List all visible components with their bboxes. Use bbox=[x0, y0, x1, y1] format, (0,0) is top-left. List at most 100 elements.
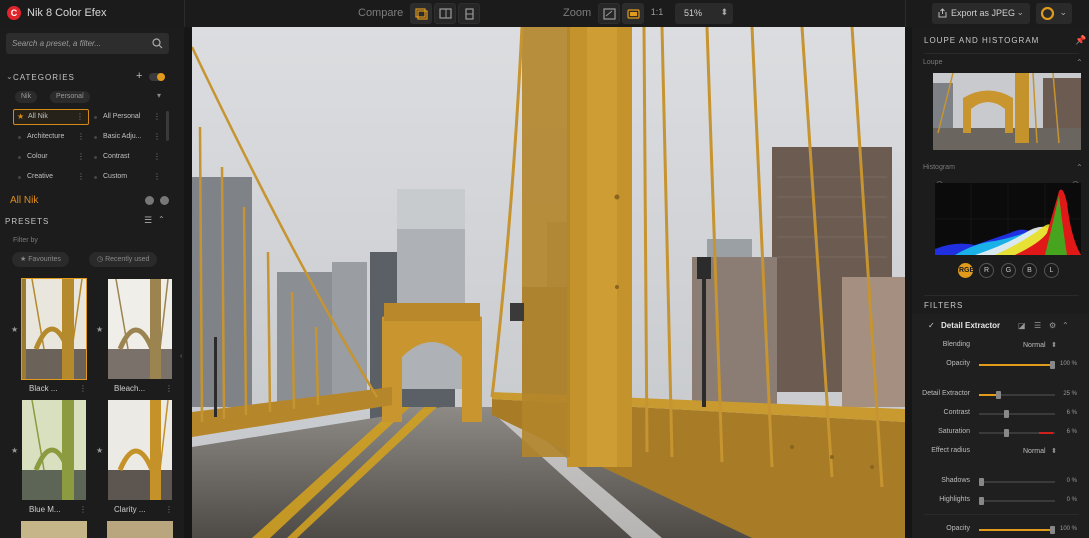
more-vertical-icon[interactable]: ⋮ bbox=[79, 384, 87, 393]
tag-nik[interactable]: Nik bbox=[15, 91, 38, 103]
slider-handle[interactable] bbox=[979, 497, 984, 505]
mask-icon[interactable]: ◪ bbox=[1018, 321, 1026, 330]
blending-select[interactable]: Normal ⬍ bbox=[1019, 340, 1057, 351]
slider-fill bbox=[979, 364, 1055, 366]
more-vertical-icon[interactable]: ⋮ bbox=[153, 129, 161, 145]
chevron-up-icon[interactable]: ⌃ bbox=[158, 215, 165, 224]
category-label: All Nik bbox=[28, 113, 48, 120]
star-icon[interactable]: ★ bbox=[96, 446, 103, 455]
more-vertical-icon[interactable]: ⋮ bbox=[76, 110, 84, 124]
filter-recently-used[interactable]: ◷ Recently used bbox=[89, 252, 158, 267]
select-value: Normal bbox=[1023, 342, 1046, 349]
checkmark-icon[interactable]: ✓ bbox=[928, 321, 935, 330]
preset-thumb-partial[interactable] bbox=[21, 521, 87, 538]
star-icon[interactable]: ★ bbox=[96, 325, 103, 334]
category-basic-adjustments[interactable]: Basic Adju... ⋮ bbox=[89, 129, 165, 145]
compare-split-button[interactable] bbox=[434, 3, 456, 24]
bridge-thumbnail-image bbox=[22, 400, 86, 500]
list-view-icon[interactable]: ☰ bbox=[144, 215, 152, 226]
categories-collapse-icon[interactable]: ⌄ bbox=[6, 72, 13, 81]
category-label: All Personal bbox=[103, 113, 141, 120]
filter-label: Favourites bbox=[28, 256, 61, 263]
toggle-knob bbox=[157, 73, 165, 81]
more-vertical-icon[interactable]: ⋮ bbox=[77, 169, 85, 185]
categories-toggle[interactable] bbox=[149, 73, 165, 81]
highlights-slider[interactable] bbox=[979, 497, 1055, 505]
presets-menu-button[interactable]: ⌄ bbox=[1036, 3, 1072, 24]
slider-handle[interactable] bbox=[1004, 410, 1010, 418]
export-icon bbox=[938, 8, 947, 18]
color-orb-icon bbox=[1041, 7, 1054, 20]
search-icon[interactable] bbox=[152, 38, 163, 49]
param-value: 25 % bbox=[1063, 391, 1077, 397]
channel-b-button[interactable]: B bbox=[1022, 263, 1037, 278]
collapse-left-panel-icon[interactable]: ‹ bbox=[180, 353, 182, 360]
split-vertical-icon bbox=[439, 8, 452, 19]
category-contrast[interactable]: Contrast ⋮ bbox=[89, 149, 165, 165]
category-architecture[interactable]: Architecture ⋮ bbox=[13, 129, 89, 145]
export-button[interactable]: Export as JPEG ⌄ bbox=[932, 3, 1030, 24]
zoom-1to1-button[interactable]: 1:1 bbox=[646, 3, 668, 24]
preset-thumb[interactable] bbox=[107, 399, 173, 501]
category-all-nik[interactable]: ★ All Nik ⋮ bbox=[13, 109, 89, 125]
preset-label: Black ... bbox=[29, 384, 58, 393]
channel-g-button[interactable]: G bbox=[1001, 263, 1016, 278]
more-vertical-icon[interactable]: ⋮ bbox=[153, 149, 161, 165]
tags-more-icon[interactable]: ▾ bbox=[157, 91, 161, 100]
more-vertical-icon[interactable]: ⋮ bbox=[153, 169, 161, 185]
chevron-up-icon[interactable]: ⌃ bbox=[1062, 321, 1069, 330]
more-vertical-icon[interactable]: ⋮ bbox=[165, 384, 173, 393]
param-label: Opacity bbox=[946, 360, 970, 367]
more-vertical-icon[interactable]: ⋮ bbox=[165, 505, 173, 514]
chevron-up-icon[interactable]: ⌃ bbox=[1076, 163, 1083, 172]
star-icon[interactable]: ★ bbox=[11, 325, 18, 334]
collection-title: All Nik bbox=[10, 195, 39, 206]
fill-screen-icon bbox=[627, 9, 640, 19]
zoom-fit-button[interactable] bbox=[598, 3, 620, 24]
preset-thumb[interactable] bbox=[107, 278, 173, 380]
category-colour[interactable]: Colour ⋮ bbox=[13, 149, 89, 165]
star-icon[interactable]: ★ bbox=[11, 446, 18, 455]
left-panel: ⌄ CATEGORIES + Nik Personal ▾ ★ All Nik … bbox=[0, 27, 184, 538]
category-custom[interactable]: Custom ⋮ bbox=[89, 169, 165, 185]
zoom-fill-button[interactable] bbox=[622, 3, 644, 24]
saturation-slider[interactable] bbox=[979, 429, 1055, 437]
pin-icon[interactable]: 📌 bbox=[1075, 35, 1086, 46]
compare-original-button[interactable] bbox=[410, 3, 432, 24]
opacity-slider[interactable] bbox=[979, 361, 1055, 369]
category-all-personal[interactable]: All Personal ⋮ bbox=[89, 109, 165, 125]
compare-side-by-side-button[interactable] bbox=[458, 3, 480, 24]
global-opacity-slider[interactable] bbox=[979, 526, 1055, 534]
slider-handle[interactable] bbox=[1004, 429, 1010, 437]
settings-icon[interactable]: ⚙ bbox=[1049, 321, 1056, 330]
channel-l-button[interactable]: L bbox=[1044, 263, 1059, 278]
contrast-slider[interactable] bbox=[979, 410, 1055, 418]
search-input[interactable] bbox=[12, 37, 152, 50]
slider-handle[interactable] bbox=[979, 478, 984, 486]
zoom-level-select[interactable]: 51% ⬍ bbox=[675, 3, 733, 24]
tag-personal[interactable]: Personal bbox=[50, 91, 90, 103]
channel-rgb-button[interactable]: RGB bbox=[958, 263, 975, 278]
channel-r-button[interactable]: R bbox=[979, 263, 994, 278]
effect-radius-select[interactable]: Normal ⬍ bbox=[1019, 446, 1057, 457]
filter-favourites[interactable]: ★ Favourites bbox=[12, 252, 69, 267]
slider-handle[interactable] bbox=[996, 391, 1001, 399]
more-vertical-icon[interactable]: ⋮ bbox=[77, 149, 85, 165]
chevron-up-icon[interactable]: ⌃ bbox=[1076, 58, 1083, 67]
preset-thumb-partial[interactable] bbox=[107, 521, 173, 538]
more-vertical-icon[interactable]: ⋮ bbox=[77, 129, 85, 145]
preset-thumb[interactable] bbox=[21, 278, 87, 380]
remove-preset-icon[interactable] bbox=[160, 196, 169, 205]
add-preset-icon[interactable] bbox=[145, 196, 154, 205]
add-category-icon[interactable]: + bbox=[136, 70, 142, 82]
detail-extractor-slider[interactable] bbox=[979, 391, 1055, 399]
categories-scrollbar[interactable] bbox=[166, 111, 169, 141]
category-dot bbox=[94, 116, 97, 119]
more-vertical-icon[interactable]: ⋮ bbox=[153, 109, 161, 125]
category-creative[interactable]: Creative ⋮ bbox=[13, 169, 89, 185]
shadows-slider[interactable] bbox=[979, 478, 1055, 486]
more-vertical-icon[interactable]: ⋮ bbox=[79, 505, 87, 514]
preset-thumb[interactable] bbox=[21, 399, 87, 501]
image-canvas[interactable] bbox=[192, 27, 905, 538]
list-icon[interactable]: ☰ bbox=[1034, 321, 1041, 330]
